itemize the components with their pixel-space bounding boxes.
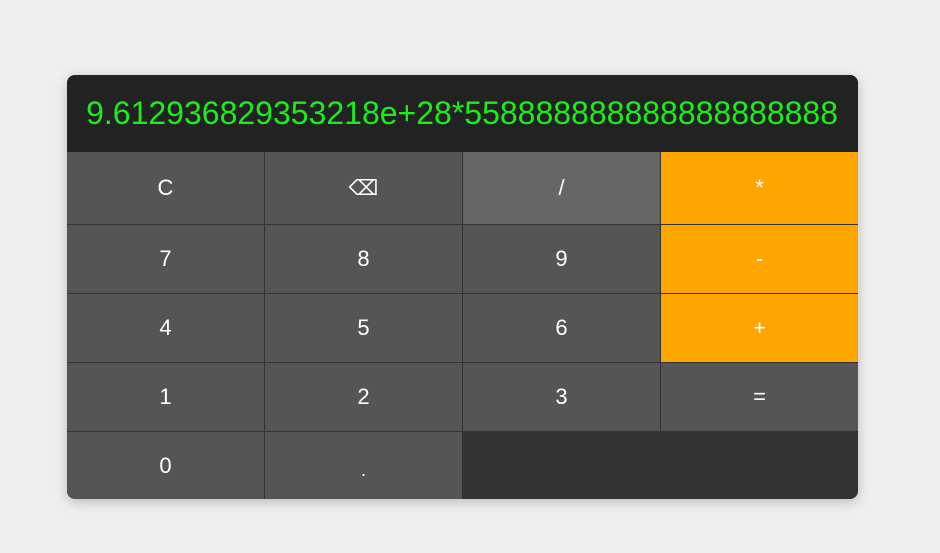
- digit-4-button[interactable]: 4: [67, 294, 265, 363]
- multiply-button[interactable]: *: [661, 152, 858, 225]
- digit-5-button[interactable]: 5: [265, 294, 463, 363]
- digit-0-button[interactable]: 0: [67, 432, 265, 499]
- digit-8-button[interactable]: 8: [265, 225, 463, 294]
- digit-2-button[interactable]: 2: [265, 363, 463, 432]
- digit-6-button[interactable]: 6: [463, 294, 661, 363]
- digit-9-button[interactable]: 9: [463, 225, 661, 294]
- add-button[interactable]: +: [661, 294, 858, 363]
- digit-3-button[interactable]: 3: [463, 363, 661, 432]
- backspace-icon: ⌫: [348, 176, 379, 200]
- subtract-button[interactable]: -: [661, 225, 858, 294]
- digit-1-button[interactable]: 1: [67, 363, 265, 432]
- decimal-label: .: [360, 459, 366, 480]
- calculator-display: 9.612936829353218e+28*558888888888888888…: [67, 75, 858, 152]
- backspace-button[interactable]: ⌫: [265, 152, 463, 225]
- display-value: 9.612936829353218e+28*558888888888888888…: [86, 95, 838, 131]
- divide-button[interactable]: /: [463, 152, 661, 225]
- digit-7-button[interactable]: 7: [67, 225, 265, 294]
- equals-button[interactable]: =: [661, 363, 858, 432]
- clear-button[interactable]: C: [67, 152, 265, 225]
- keypad: C ⌫ / * 7 8 9 - 4 5 6 + 1 2 3 = 0 .: [67, 152, 858, 499]
- decimal-button[interactable]: .: [265, 432, 463, 499]
- calculator: 9.612936829353218e+28*558888888888888888…: [67, 75, 858, 499]
